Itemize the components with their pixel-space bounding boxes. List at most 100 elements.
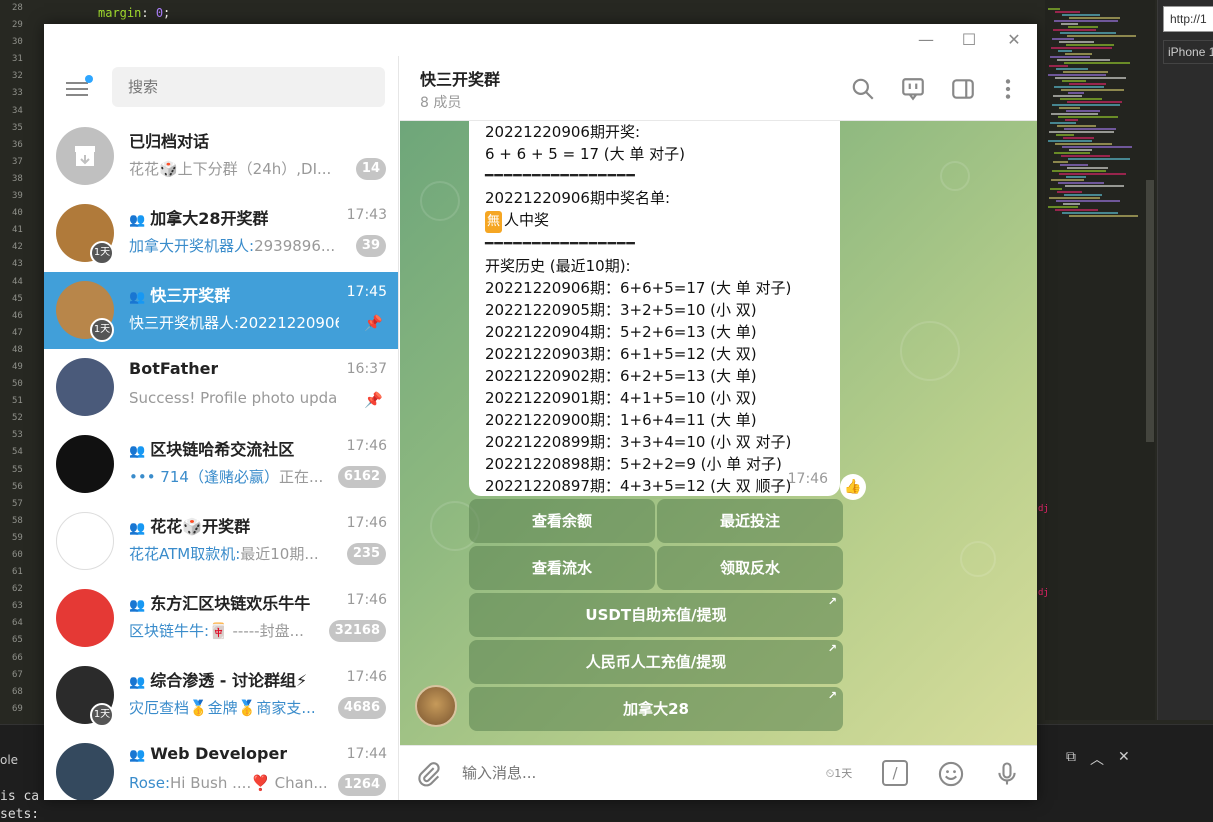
message-line: 20221220906期中奖名单: (485, 189, 671, 207)
auto-delete-timer-icon[interactable]: ⏲1天 (825, 760, 853, 788)
flow-button[interactable]: 查看流水 (469, 546, 655, 590)
chat-preview: 区块链牛牛:🀄 -----封盘... (129, 620, 304, 641)
minimize-button[interactable]: — (916, 30, 936, 50)
group-icon: 👥 (129, 748, 146, 763)
message-bubble[interactable]: 20221220906期开奖: 6 + 6 + 5 = 17 (大 单 对子) ━━… (469, 121, 840, 496)
chat-preview: 灾厄查档🥇金牌🥇商家支... (129, 697, 316, 718)
device-select[interactable]: iPhone 1 (1163, 40, 1213, 64)
chat-list-item[interactable]: 👥 Web Developer 17:44 Rose:Hi Bush ....❣️ C… (44, 734, 398, 800)
minimap-line (1063, 203, 1080, 205)
close-panel-icon[interactable]: ✕ (1118, 749, 1130, 769)
preview-sender: 灾厄查档🥇金牌🥇商家支... (129, 699, 316, 717)
chat-list-item[interactable]: 1天 👥 综合渗透 - 讨论群组⚡ 17:46 灾厄查档🥇金牌🥇商家支... 4686 (44, 657, 398, 734)
minimap-line (1061, 23, 1078, 25)
minimap-line (1050, 122, 1076, 124)
hamburger-menu-icon[interactable] (66, 75, 93, 98)
external-link-arrow-icon: ↗ (827, 642, 837, 655)
code-line: margin: 0; (98, 6, 171, 20)
unread-count-badge: 4686 (337, 697, 386, 719)
chat-title-text: 综合渗透 - 讨论群组⚡ (150, 671, 308, 690)
search-input[interactable] (112, 67, 385, 107)
auto-delete-badge: 1天 (90, 241, 114, 265)
chat-title: 👥 东方汇区块链欢乐牛牛 (129, 590, 310, 614)
message-line: 20221220899期：3+3+4=10 (小 双 对子) (485, 433, 792, 451)
chat-list-item[interactable]: 已归档对话花花🎲上下分群（24h）,DI... 14 (44, 118, 398, 195)
preview-text: 最近10期... (240, 545, 319, 563)
line-number: 28 (12, 3, 23, 13)
console-tab[interactable]: ole (0, 753, 18, 767)
minimap-line (1056, 134, 1074, 136)
line-number: 29 (12, 20, 23, 31)
canada28-button[interactable]: 加拿大28 ↗ (469, 687, 843, 731)
chevron-up-icon[interactable]: ︿ (1090, 749, 1104, 769)
chat-list-item[interactable]: 1天 👥 加拿大28开奖群 17:43 加拿大开奖机器人:2939896... 39 (44, 195, 398, 272)
minimap-line (1054, 20, 1118, 22)
line-number: 53 (12, 430, 23, 441)
message-line: 20221220902期：6+2+5=13 (大 单) (485, 367, 757, 385)
minimap-line (1054, 86, 1104, 88)
minimap-line (1053, 161, 1068, 163)
search-icon[interactable] (850, 76, 876, 102)
chat-preview: Rose:Hi Bush ....❣️ Chan... (129, 774, 328, 792)
chat-list-item[interactable]: BotFather 16:37 Success! Profile photo upd… (44, 349, 398, 426)
chat-list-item[interactable]: 👥 花花🎲开奖群 17:46 花花ATM取款机:最近10期... 235 (44, 503, 398, 580)
minimap-line (1052, 38, 1074, 40)
close-button[interactable]: ✕ (1004, 30, 1024, 50)
minimap-line (1057, 125, 1096, 127)
chat-list-item[interactable]: 👥 区块链哈希交流社区 17:46 ••• 714（逢赌必赢）正在... 6162 (44, 426, 398, 503)
attach-icon[interactable] (415, 760, 443, 788)
rmb-recharge-button[interactable]: 人民币人工充值/提现 ↗ (469, 640, 843, 684)
more-menu-icon[interactable] (995, 76, 1021, 102)
external-link-arrow-icon: ↗ (827, 689, 837, 702)
line-number: 67 (12, 669, 23, 680)
message-line: 20221220903期：6+1+5=12 (大 双) (485, 345, 757, 363)
usdt-recharge-button[interactable]: USDT自助充值/提现 ↗ (469, 593, 843, 637)
message-line: 20221220906期开奖: (485, 123, 641, 141)
recent-bets-button[interactable]: 最近投注 (657, 499, 843, 543)
minimap-line (1059, 41, 1094, 43)
group-icon: 👥 (129, 290, 146, 305)
minimap-line (1048, 74, 1106, 76)
group-icon: 👥 (129, 444, 146, 459)
thumbs-up-reaction[interactable]: 👍 (840, 474, 866, 500)
panel-icon[interactable]: ⧉ (1066, 749, 1076, 769)
chat-title-text: Web Developer (150, 744, 288, 763)
emoji-icon[interactable] (937, 760, 965, 788)
topic-icon[interactable] (900, 76, 926, 102)
wu-badge-icon: 無 (485, 211, 503, 233)
microphone-icon[interactable] (993, 760, 1021, 788)
sidebar-toggle-icon[interactable] (950, 76, 976, 102)
url-field[interactable]: http://1 (1163, 6, 1213, 32)
minimap[interactable] (1045, 0, 1155, 720)
line-number: 66 (12, 652, 23, 663)
chat-preview: Success! Profile photo upda... (129, 389, 339, 407)
chat-list-item[interactable]: 👥 东方汇区块链欢乐牛牛 17:46 区块链牛牛:🀄 -----封盘... 32168 (44, 580, 398, 657)
preview-text: 花花🎲上下分群（24h）,DI... (129, 160, 332, 178)
minimap-line (1069, 215, 1138, 217)
minimap-line (1066, 110, 1100, 112)
minimap-line (1060, 32, 1116, 34)
unread-count-badge: 14 (355, 158, 386, 180)
line-number: 37 (12, 156, 23, 167)
chat-list-item[interactable]: 1天 👥 快三开奖群 17:45 快三开奖机器人:20221220906... 📌 (44, 272, 398, 349)
line-number: 55 (12, 464, 23, 475)
bot-commands-icon[interactable]: / (882, 760, 908, 786)
chat-list-sidebar: 已归档对话花花🎲上下分群（24h）,DI... 14 1天 👥 加拿大28开奖群 17:4… (44, 56, 399, 800)
maximize-button[interactable]: ☐ (959, 30, 979, 50)
balance-button[interactable]: 查看余额 (469, 499, 655, 543)
title-bar: — ☐ ✕ (44, 24, 1037, 56)
line-number: 64 (12, 618, 23, 629)
message-input[interactable] (462, 760, 802, 786)
rebate-button[interactable]: 领取反水 (657, 546, 843, 590)
chat-title[interactable]: 快三开奖群 (420, 66, 500, 90)
member-count[interactable]: 8 成员 (420, 92, 461, 112)
preview-text: 正在... (278, 468, 324, 486)
chat-title: 已归档对话 (129, 128, 209, 152)
preview-sender: 花花ATM取款机: (129, 545, 241, 563)
chat-time: 17:46 (346, 515, 387, 531)
chat-time: 17:43 (346, 207, 387, 223)
editor-scrollbar[interactable] (1146, 180, 1154, 442)
sender-avatar[interactable] (415, 685, 457, 727)
line-number: 69 (12, 703, 23, 714)
minimap-line (1063, 137, 1094, 139)
